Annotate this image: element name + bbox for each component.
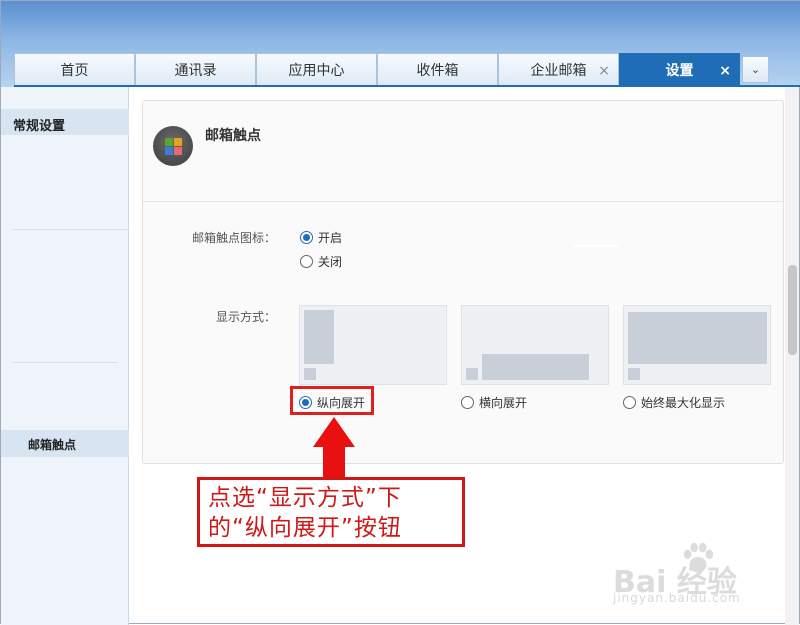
chevron-down-icon: ⌄ xyxy=(750,63,761,76)
tab-settings[interactable]: 设置 × xyxy=(619,53,740,86)
tab-bar: 首页 通讯录 应用中心 收件箱 企业邮箱 × 设置 × ⌄ xyxy=(14,53,769,86)
tab-contacts[interactable]: 通讯录 xyxy=(135,53,256,86)
annotation-highlight-box xyxy=(290,386,374,415)
settings-panel: 邮箱触点 邮箱触点图标： 开启 关闭 显示方式： 纵向展开 横向展开 始终最大化… xyxy=(142,100,784,464)
radio-icon-off[interactable]: 关闭 xyxy=(300,253,342,270)
annotation-callout: 点选“显示方式”下 的“纵向展开”按钮 xyxy=(197,477,465,547)
sidebar: 常规设置 邮箱触点 xyxy=(1,87,129,625)
sidebar-heading[interactable]: 常规设置 xyxy=(1,109,129,135)
tab-home[interactable]: 首页 xyxy=(14,53,135,86)
watermark: Bai 经验 jingyan.baidu.com xyxy=(613,539,763,609)
scrollbar[interactable] xyxy=(785,87,799,625)
sidebar-item-mailbox-touchpoint[interactable]: 邮箱触点 xyxy=(1,430,129,457)
radio-label: 横向展开 xyxy=(479,396,528,410)
icon-toggle-label: 邮箱触点图标： xyxy=(191,231,276,245)
tab-overflow-button[interactable]: ⌄ xyxy=(742,56,769,83)
radio-checked-icon xyxy=(300,231,313,244)
annotation-line: 的“纵向展开”按钮 xyxy=(208,515,402,541)
tab-label: 企业邮箱 xyxy=(530,63,587,79)
radio-icon-on[interactable]: 开启 xyxy=(300,229,342,246)
tab-label: 收件箱 xyxy=(416,63,459,79)
tab-app-center[interactable]: 应用中心 xyxy=(256,53,377,86)
tab-label: 设置 xyxy=(665,63,694,79)
arrow-up-icon xyxy=(313,417,355,447)
scrollbar-thumb[interactable] xyxy=(788,265,797,355)
radio-label: 开启 xyxy=(318,231,343,245)
panel-title: 邮箱触点 xyxy=(205,128,261,144)
sidebar-divider xyxy=(13,229,129,230)
radio-horizontal[interactable]: 横向展开 xyxy=(461,394,527,411)
close-icon[interactable]: × xyxy=(719,63,731,79)
arrow-shaft xyxy=(323,445,345,477)
close-icon[interactable]: × xyxy=(598,63,610,79)
radio-maximized[interactable]: 始终最大化显示 xyxy=(623,394,725,411)
radio-unchecked-icon xyxy=(461,396,474,409)
blank-bar xyxy=(573,245,619,247)
display-mode-label: 显示方式： xyxy=(215,310,276,324)
sidebar-divider xyxy=(13,362,117,363)
tab-enterprise-mail[interactable]: 企业邮箱 × xyxy=(498,53,619,86)
watermark-url: jingyan.baidu.com xyxy=(613,591,741,605)
preview-vertical[interactable] xyxy=(299,305,447,385)
app-grid-icon xyxy=(153,126,193,166)
radio-unchecked-icon xyxy=(300,255,313,268)
radio-label: 始终最大化显示 xyxy=(641,396,726,410)
tab-label: 通讯录 xyxy=(174,63,217,79)
tab-label: 应用中心 xyxy=(288,63,345,79)
radio-unchecked-icon xyxy=(623,396,636,409)
tab-underline xyxy=(14,85,800,87)
radio-label: 关闭 xyxy=(318,255,343,269)
panel-divider xyxy=(143,201,783,202)
preview-maximized[interactable] xyxy=(623,305,771,385)
annotation-line: 点选“显示方式”下 xyxy=(208,485,402,511)
tab-inbox[interactable]: 收件箱 xyxy=(377,53,498,86)
tab-label: 首页 xyxy=(60,63,89,79)
preview-horizontal[interactable] xyxy=(461,305,609,385)
paw-icon xyxy=(683,542,714,573)
